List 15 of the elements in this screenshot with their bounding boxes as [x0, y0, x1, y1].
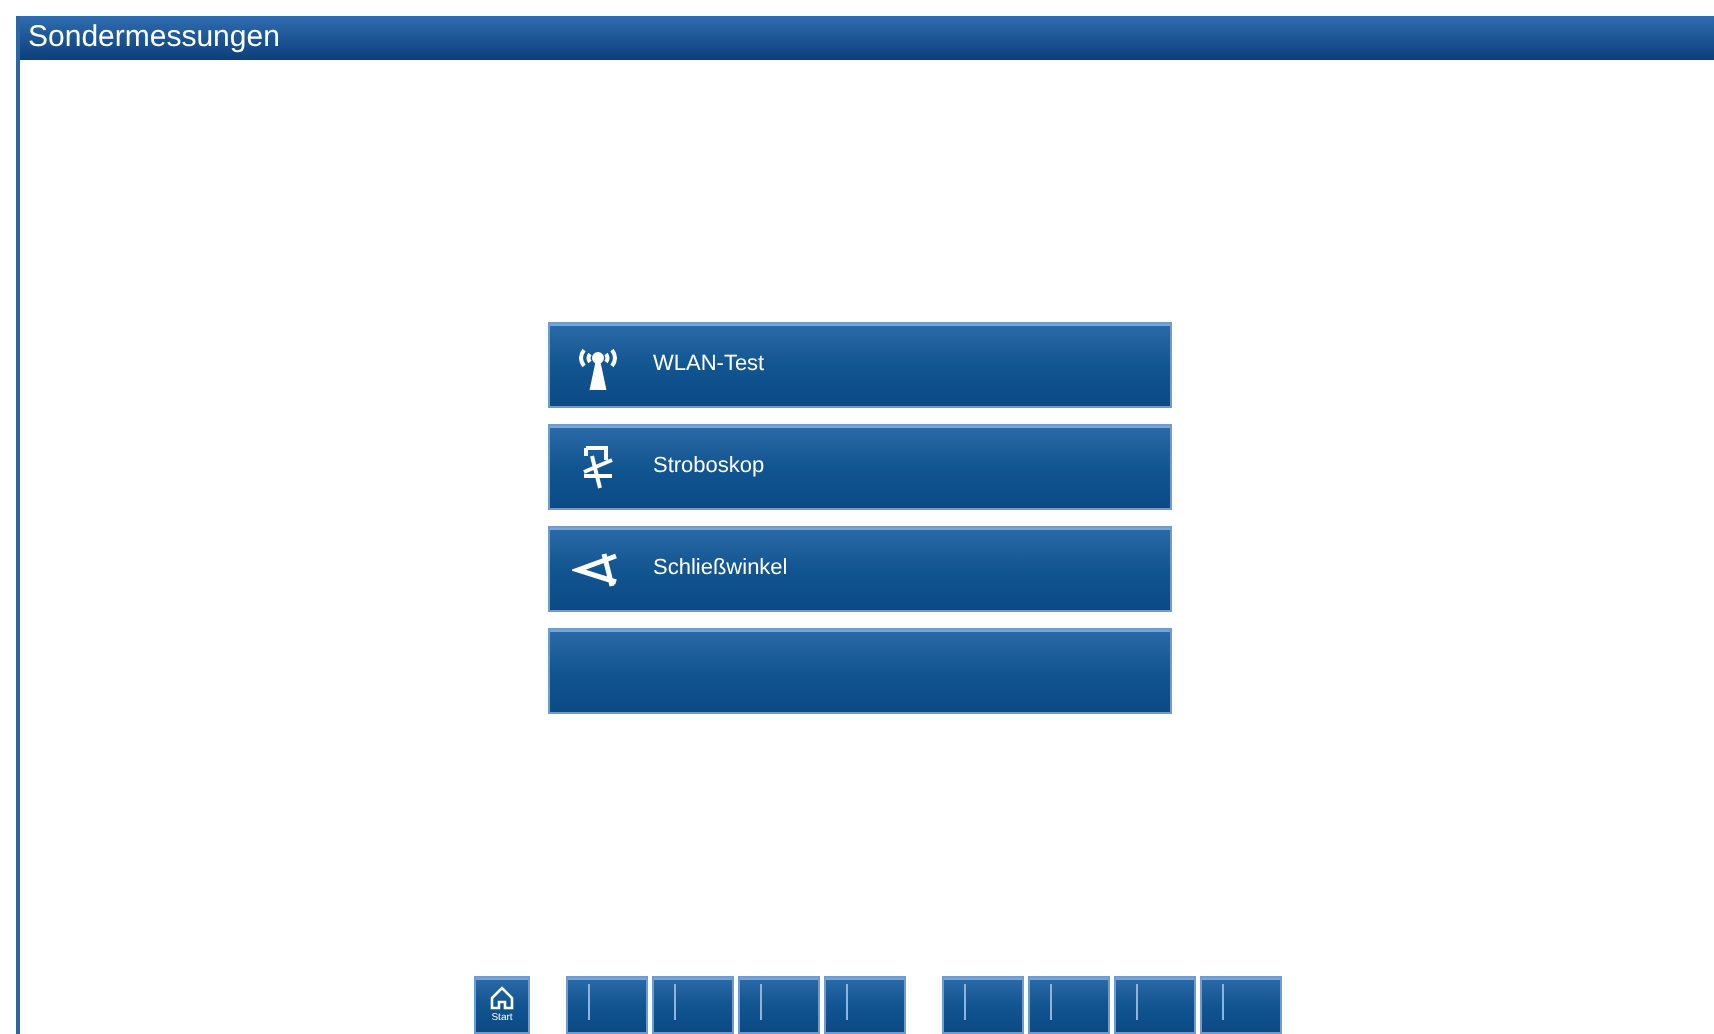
menu-button[interactable]: Stroboskop — [547, 424, 1171, 510]
menu-button[interactable] — [547, 628, 1171, 714]
angle-icon — [571, 549, 623, 589]
function-key[interactable] — [652, 976, 734, 1034]
function-key[interactable] — [1200, 976, 1282, 1034]
window-title: Sondermessungen — [20, 16, 1714, 60]
function-key[interactable] — [738, 976, 820, 1034]
home-icon — [488, 984, 516, 1012]
function-key[interactable] — [1028, 976, 1110, 1034]
function-key[interactable] — [824, 976, 906, 1034]
menu-button[interactable]: Schließwinkel — [547, 526, 1171, 612]
function-key[interactable] — [942, 976, 1024, 1034]
menu-button[interactable]: WLAN-Test — [547, 322, 1171, 408]
function-key[interactable] — [1114, 976, 1196, 1034]
function-key[interactable] — [566, 976, 648, 1034]
